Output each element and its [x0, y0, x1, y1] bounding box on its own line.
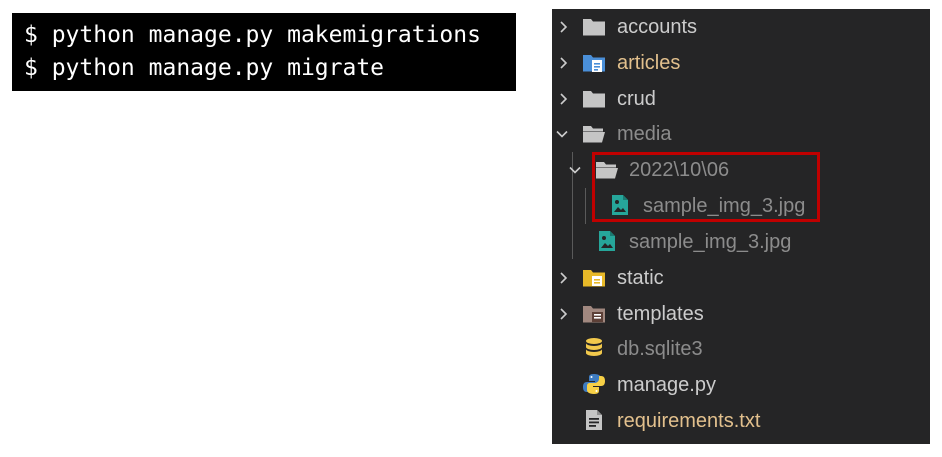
- tree-item-templates[interactable]: templates: [552, 296, 930, 332]
- tree-item-label: media: [617, 123, 672, 145]
- tree-item-label: db.sqlite3: [617, 338, 703, 360]
- chevron-down-icon[interactable]: [555, 127, 569, 141]
- terminal-line-migrate: $ python manage.py migrate: [24, 55, 385, 81]
- tree-item-label: accounts: [617, 16, 698, 38]
- file-explorer: accounts articles crud media 2022\10\06 …: [552, 9, 930, 444]
- terminal-line-makemigrations: $ python manage.py makemigrations: [24, 22, 481, 48]
- tree-item-label: templates: [617, 303, 704, 325]
- chevron-right-icon[interactable]: [556, 56, 570, 70]
- python-icon: [583, 374, 605, 394]
- tree-item-label: crud: [617, 88, 656, 110]
- folder-icon: [583, 55, 605, 72]
- tree-item-crud[interactable]: crud: [552, 81, 930, 117]
- chevron-right-icon[interactable]: [556, 92, 570, 106]
- tree-item-label: manage.py: [617, 374, 716, 396]
- folder-open-icon: [583, 126, 605, 143]
- tree-item-media[interactable]: media: [552, 116, 930, 152]
- highlight-box: [592, 152, 820, 222]
- folder-icon: [583, 91, 605, 108]
- tree-item-manage-py[interactable]: manage.py: [552, 367, 930, 403]
- chevron-right-icon[interactable]: [556, 307, 570, 321]
- tree-item-label: static: [617, 267, 664, 289]
- chevron-right-icon[interactable]: [556, 20, 570, 34]
- terminal-snippet: $ python manage.py makemigrations $ pyth…: [12, 13, 516, 91]
- database-icon: [586, 338, 602, 356]
- tree-item-db-sqlite3[interactable]: db.sqlite3: [552, 331, 930, 367]
- text-file-icon: [586, 410, 602, 430]
- folder-icon: [583, 19, 605, 36]
- tree-item-label: articles: [617, 52, 681, 74]
- tree-item-requirements-txt[interactable]: requirements.txt: [552, 403, 930, 439]
- image-file-icon: [599, 231, 615, 251]
- tree-item-articles[interactable]: articles: [552, 45, 930, 81]
- tree-item-sample-image[interactable]: sample_img_3.jpg: [552, 224, 930, 260]
- tree-item-label: requirements.txt: [617, 410, 761, 432]
- folder-icon: [583, 270, 605, 287]
- chevron-right-icon[interactable]: [556, 271, 570, 285]
- tree-item-static[interactable]: static: [552, 260, 930, 296]
- tree-item-accounts[interactable]: accounts: [552, 9, 930, 45]
- folder-icon: [583, 306, 605, 323]
- tree-item-label: sample_img_3.jpg: [629, 231, 792, 253]
- chevron-down-icon[interactable]: [568, 163, 582, 177]
